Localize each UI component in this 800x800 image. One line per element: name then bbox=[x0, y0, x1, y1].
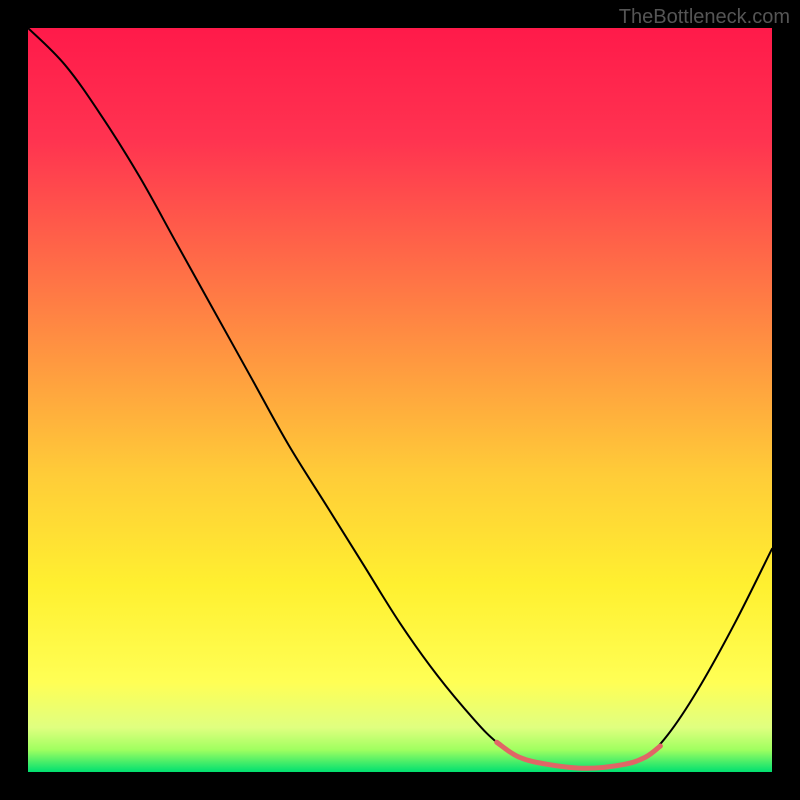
chart-container bbox=[28, 28, 772, 772]
watermark-text: TheBottleneck.com bbox=[619, 6, 790, 29]
chart-curves bbox=[28, 28, 772, 772]
curve-main-curve bbox=[28, 28, 772, 768]
curve-highlight-segment bbox=[497, 742, 661, 768]
